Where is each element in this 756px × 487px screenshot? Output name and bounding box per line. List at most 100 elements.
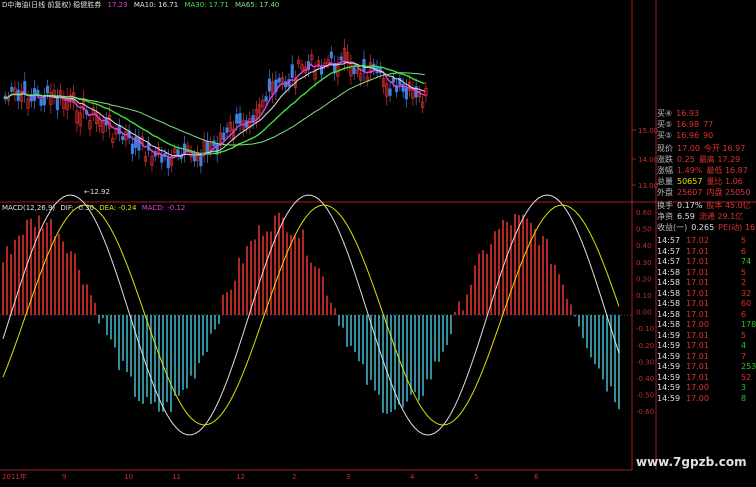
candle-body xyxy=(222,132,226,140)
tick-row: 14:57 17.01 6 xyxy=(657,246,746,257)
price-tick-label: 13.00 xyxy=(638,182,658,190)
quote-label: 收益(一) xyxy=(657,223,688,232)
date-tick-label: 10 xyxy=(124,473,133,481)
candle-body xyxy=(391,77,395,83)
candle-body xyxy=(388,88,392,96)
candlesticks xyxy=(3,39,428,177)
date-axis: 2011年 9 10 11 12 2 3 4 5 6 xyxy=(2,472,539,481)
macd-title-bar: MACD(12,26,9) DIF: -0.30 DEA: -0.24 MACD… xyxy=(2,203,185,213)
candle-body xyxy=(176,149,180,156)
tick-time: 14:59 xyxy=(657,372,681,382)
quote-value: 50657 xyxy=(677,177,703,186)
tick-volume: 7 xyxy=(741,351,747,361)
tick-time: 14:59 xyxy=(657,383,681,392)
date-tick-label: 2 xyxy=(292,473,296,481)
date-tick-label: 6 xyxy=(534,473,539,481)
tick-price: 17.00 xyxy=(686,393,709,403)
quote-extra: 流通 29.1亿 xyxy=(698,212,744,221)
quote-row: 买④ 16.93 xyxy=(657,108,703,119)
candle-body xyxy=(212,140,216,147)
tick-price: 17.01 xyxy=(686,351,709,361)
candle-body xyxy=(36,89,40,95)
macd-tick-label: 0.60 xyxy=(636,209,652,217)
quote-row: 净资 6.59 流通 29.1亿 xyxy=(657,211,743,222)
date-tick-label: 2011年 xyxy=(2,472,27,481)
tick-time: 14:58 xyxy=(657,299,681,308)
macd-histogram xyxy=(2,212,620,414)
tick-price: 17.01 xyxy=(686,267,709,277)
macd-tick-label: 0.30 xyxy=(636,259,652,267)
quote-value: 25607 xyxy=(677,188,703,197)
tick-row: 14:59 17.00 8 xyxy=(657,393,746,404)
tick-volume: 5 xyxy=(741,330,747,340)
tick-time: 14:57 xyxy=(657,246,681,256)
candle-body xyxy=(277,77,281,83)
candle-body xyxy=(264,96,268,102)
quote-row: 买⑤ 16.98 77 xyxy=(657,119,713,130)
quote-label: 总量 xyxy=(657,177,673,186)
date-tick-label: 4 xyxy=(410,473,415,481)
tick-row: 14:58 17.01 5 xyxy=(657,267,746,278)
quote-value: 16.93 xyxy=(676,109,700,118)
candle-body xyxy=(46,85,50,94)
watermark: www.7gpzb.com xyxy=(636,455,747,469)
quote-value: 0.25 xyxy=(677,155,695,164)
stock-chart[interactable]: 15.00 14.00 13.00 0.60 0.50 0.40 0.30 0.20 0.10 0… xyxy=(0,0,756,487)
tick-time: 14:58 xyxy=(657,309,681,319)
quote-row: 涨跌 0.25 最高 17.29 xyxy=(657,154,740,165)
low-annotation: ←12.92 xyxy=(84,188,110,196)
macd-tick-label: -0.40 xyxy=(636,375,654,383)
macd-name: MACD(12,26,9) xyxy=(2,204,56,212)
tick-volume: 6 xyxy=(741,309,747,319)
quote-value: 0.265 xyxy=(691,223,715,232)
tick-row: 14:59 17.01 52 xyxy=(657,372,751,383)
macd-tick-label: 0.50 xyxy=(636,226,652,234)
candle-body xyxy=(267,78,271,92)
tick-price: 17.01 xyxy=(686,288,709,298)
quote-row: 总量 50657 量比 1.06 xyxy=(657,176,743,187)
candle-body xyxy=(130,143,134,154)
quote-label: 现价 xyxy=(657,144,673,153)
macd-tick-label: -0.50 xyxy=(636,392,654,400)
candle-body xyxy=(192,155,196,162)
quote-label: 涨幅 xyxy=(657,166,673,175)
tick-time: 14:58 xyxy=(657,267,681,277)
tick-time: 14:59 xyxy=(657,393,681,403)
tick-volume: 5 xyxy=(741,236,747,245)
tick-volume: 3 xyxy=(741,383,747,392)
quote-row: 换手 0.17% 股本 45.0亿 xyxy=(657,200,751,211)
candle-body xyxy=(329,51,333,59)
quote-value: 1.49% xyxy=(677,166,703,175)
candle-body xyxy=(404,87,408,100)
tick-time: 14:59 xyxy=(657,351,681,361)
quote-extra: PE(动) 16.0 xyxy=(718,223,756,232)
candle-body xyxy=(166,157,170,169)
tick-time: 14:59 xyxy=(657,362,681,371)
quote-value: 0.17% xyxy=(677,201,703,210)
tick-volume: 178 xyxy=(741,320,756,329)
macd-tick-label: 0.20 xyxy=(636,275,652,283)
macd-tick-label: -0.60 xyxy=(636,408,654,416)
ma65-label: MA65: 17.40 xyxy=(235,1,280,9)
candle-body xyxy=(352,67,356,75)
date-tick-label: 9 xyxy=(62,473,66,481)
tick-time: 14:58 xyxy=(657,278,681,287)
price-tick-label: 15.00 xyxy=(638,127,658,135)
tick-row: 14:59 17.00 3 xyxy=(657,382,746,393)
macd-tick-label: -0.30 xyxy=(636,358,654,366)
tick-row: 14:59 17.01 7 xyxy=(657,351,746,362)
tick-time: 14:58 xyxy=(657,288,681,298)
dif-label: DIF: -0.30 xyxy=(60,204,95,212)
tick-row: 14:59 17.01 253 xyxy=(657,361,756,372)
candle-body xyxy=(137,137,141,151)
tick-volume: 74 xyxy=(741,257,752,266)
chart-canvas[interactable]: 15.00 14.00 13.00 0.60 0.50 0.40 0.30 0.20 0.10 0… xyxy=(0,0,756,487)
tick-price: 17.01 xyxy=(686,330,709,340)
tick-price: 17.00 xyxy=(686,320,709,329)
quote-row: 外盘 25607 内盘 25050 xyxy=(657,187,750,198)
quote-row: 买⑤ 16.96 90 xyxy=(657,130,713,141)
tick-price: 17.01 xyxy=(686,341,709,350)
quote-row: 涨幅 1.49% 最低 16.87 xyxy=(657,165,748,176)
tick-price: 17.02 xyxy=(686,236,709,245)
quote-label: 买⑤ xyxy=(657,131,673,140)
